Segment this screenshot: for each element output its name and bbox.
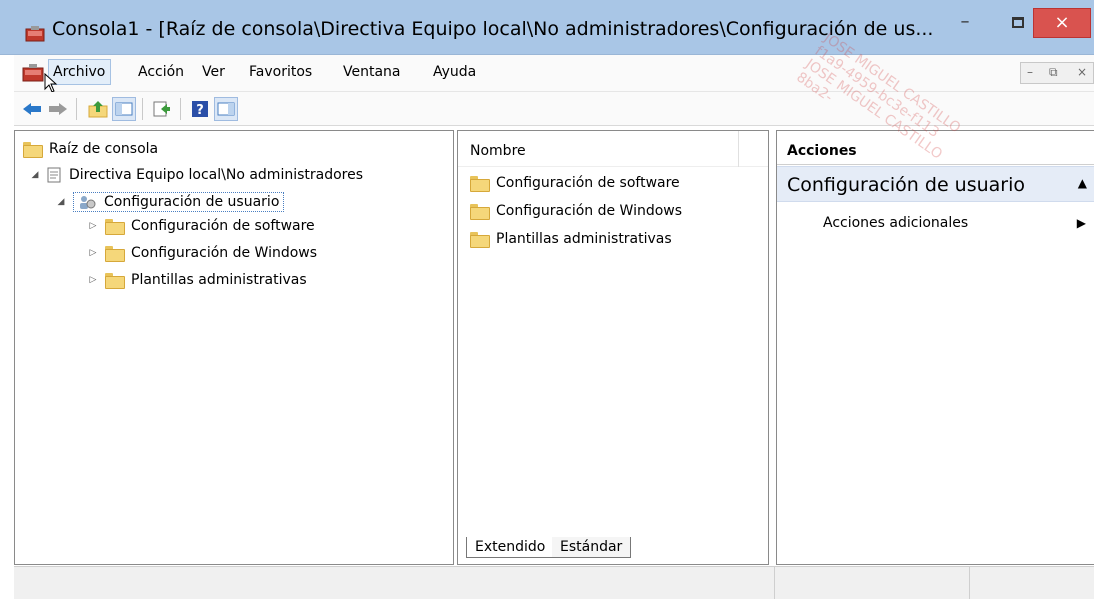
action-more-actions[interactable]: Acciones adicionales — [823, 215, 968, 231]
list-column-header[interactable]: Nombre — [458, 131, 768, 167]
folder-icon — [105, 273, 125, 289]
tree-node-label: Configuración de Windows — [131, 245, 318, 261]
toolbar: ? — [14, 92, 1094, 126]
selected-node-box[interactable]: Configuración de usuario — [73, 192, 285, 212]
list-item-label: Configuración de Windows — [496, 203, 683, 219]
mdi-minimize-button[interactable]: – — [1027, 65, 1033, 79]
menu-ayuda[interactable]: Ayuda — [433, 64, 476, 80]
collapse-arrow-icon[interactable]: ◢ — [29, 170, 41, 180]
actions-header: Acciones — [777, 131, 1094, 165]
status-segment — [774, 567, 964, 599]
actions-pane: Acciones Configuración de usuario ▲ Acci… — [776, 130, 1094, 565]
actions-section-title: Configuración de usuario — [787, 174, 1026, 196]
forward-button[interactable] — [46, 97, 70, 121]
menu-favoritos[interactable]: Favoritos — [249, 64, 312, 80]
list-item-label: Plantillas administrativas — [496, 231, 672, 247]
menu-bar: Archivo Acción Ver Favoritos Ventana Ayu… — [14, 55, 1094, 93]
tree-node-label: Plantillas administrativas — [131, 272, 307, 288]
mdi-window-controls: – ⧉ × — [1020, 62, 1094, 84]
user-config-icon — [80, 196, 96, 209]
help-button[interactable]: ? — [188, 97, 212, 121]
maximize-icon — [1012, 16, 1024, 28]
action-pane-icon — [217, 102, 235, 116]
export-list-button[interactable] — [150, 97, 174, 121]
tree-node-label: Configuración de usuario — [104, 194, 280, 210]
show-hide-action-pane-button[interactable] — [214, 97, 238, 121]
close-button[interactable]: × — [1033, 8, 1091, 38]
folder-icon — [470, 176, 490, 192]
tree-node-label: Raíz de consola — [49, 141, 159, 157]
console-menu-icon[interactable] — [22, 64, 44, 82]
folder-icon — [470, 232, 490, 248]
menu-accion[interactable]: Acción — [138, 64, 184, 80]
arrow-right-icon — [49, 103, 67, 115]
console-tree-pane: Raíz de consola ◢ Directiva Equipo local… — [14, 130, 454, 565]
folder-icon — [470, 204, 490, 220]
maximize-button[interactable] — [1003, 8, 1033, 38]
minimize-button[interactable]: – — [950, 8, 980, 38]
tab-estandar[interactable]: Estándar — [552, 537, 632, 558]
collapse-arrow-icon[interactable]: ◢ — [55, 197, 67, 207]
folder-icon — [23, 142, 43, 158]
tree-node-policy[interactable]: ◢ Directiva Equipo local\No administrado… — [29, 167, 364, 183]
column-divider[interactable] — [738, 131, 739, 167]
status-bar — [14, 566, 1094, 599]
title-bar: Consola1 - [Raíz de consola\Directiva Eq… — [0, 0, 1094, 55]
tree-node-software[interactable]: ▷ Configuración de software — [87, 218, 315, 235]
up-level-button[interactable] — [86, 97, 110, 121]
window-title: Consola1 - [Raíz de consola\Directiva Eq… — [52, 18, 934, 40]
expand-arrow-icon[interactable]: ▷ — [87, 275, 99, 285]
svg-text:?: ? — [196, 103, 204, 118]
mdi-restore-button[interactable]: ⧉ — [1049, 65, 1058, 80]
tree-node-root[interactable]: Raíz de consola — [21, 141, 159, 158]
list-item-label: Configuración de software — [496, 175, 680, 191]
help-icon: ? — [192, 101, 208, 118]
folder-icon — [105, 219, 125, 235]
expand-arrow-icon[interactable]: ▷ — [87, 221, 99, 231]
results-list-pane: Nombre Configuración de software Configu… — [457, 130, 769, 565]
policy-document-icon — [47, 167, 61, 183]
status-segment — [969, 567, 1094, 599]
arrow-left-icon — [23, 103, 41, 115]
export-icon — [153, 101, 170, 117]
list-item[interactable]: Configuración de Windows — [464, 203, 683, 220]
tab-extendido[interactable]: Extendido — [466, 537, 554, 558]
mouse-cursor-icon — [44, 73, 58, 93]
mmc-console-icon[interactable] — [25, 26, 45, 42]
actions-section-header[interactable]: Configuración de usuario ▲ — [777, 166, 1094, 202]
submenu-arrow-icon[interactable]: ▶ — [1077, 216, 1086, 230]
show-hide-tree-button[interactable] — [112, 97, 136, 121]
list-item[interactable]: Configuración de software — [464, 175, 680, 192]
console-tree-icon — [115, 102, 133, 116]
menu-ver[interactable]: Ver — [202, 64, 225, 80]
back-button[interactable] — [20, 97, 44, 121]
tree-node-label: Directiva Equipo local\No administradore… — [69, 167, 364, 183]
list-item[interactable]: Plantillas administrativas — [464, 231, 672, 248]
folder-icon — [105, 246, 125, 262]
tree-node-windows[interactable]: ▷ Configuración de Windows — [87, 245, 318, 262]
tree-node-templates[interactable]: ▷ Plantillas administrativas — [87, 272, 307, 289]
mdi-close-button[interactable]: × — [1077, 65, 1087, 79]
collapse-up-icon[interactable]: ▲ — [1078, 176, 1087, 190]
column-nombre[interactable]: Nombre — [470, 143, 526, 159]
tree-node-label: Configuración de software — [131, 218, 315, 234]
folder-up-icon — [88, 101, 108, 118]
expand-arrow-icon[interactable]: ▷ — [87, 248, 99, 258]
menu-ventana[interactable]: Ventana — [343, 64, 401, 80]
tree-node-user-config[interactable]: ◢ Configuración de usuario — [55, 192, 285, 212]
